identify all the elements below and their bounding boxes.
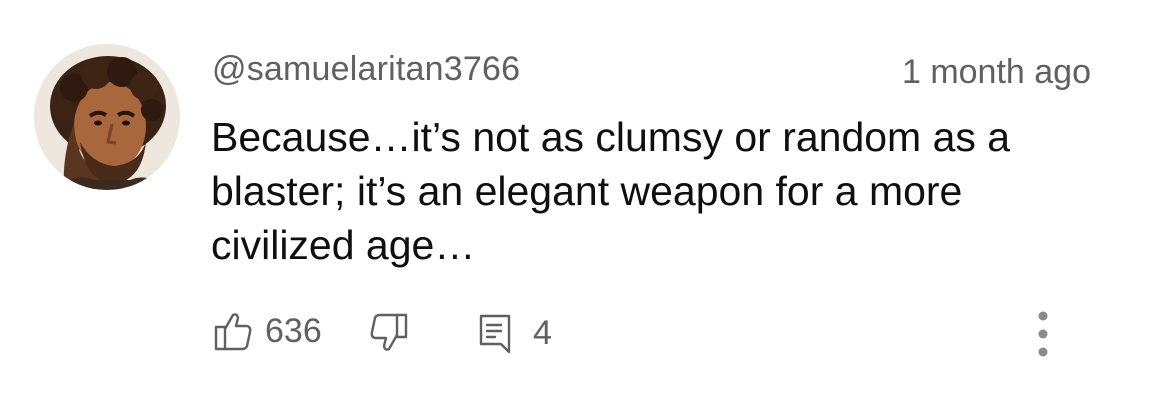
comment-timestamp: 1 month ago	[901, 53, 1091, 91]
comment-text: Because…it’s not as clumsy or random as …	[211, 110, 1071, 272]
comment-text-line: blaster; it’s an elegant weapon for a mo…	[211, 168, 963, 214]
reply-count: 4	[533, 313, 552, 352]
avatar-image	[34, 44, 180, 190]
comment-card: @samuelaritan3766 1 month ago Because…it…	[0, 0, 1169, 403]
comment-text-line: Because…it’s not as clumsy or random as …	[211, 114, 1011, 160]
more-vertical-icon	[1030, 308, 1056, 360]
more-options-button[interactable]	[1030, 308, 1056, 360]
dislike-button[interactable]	[369, 312, 409, 354]
thumbs-down-icon	[369, 312, 409, 354]
like-button[interactable]: 636	[213, 310, 322, 352]
comment-author[interactable]: @samuelaritan3766	[212, 50, 520, 89]
avatar[interactable]	[34, 44, 180, 190]
thumbs-up-icon	[213, 310, 253, 352]
like-count: 636	[265, 311, 322, 350]
comment-icon	[477, 312, 513, 354]
replies-button[interactable]: 4	[477, 312, 552, 354]
comment-text-line: civilized age…	[211, 222, 476, 268]
